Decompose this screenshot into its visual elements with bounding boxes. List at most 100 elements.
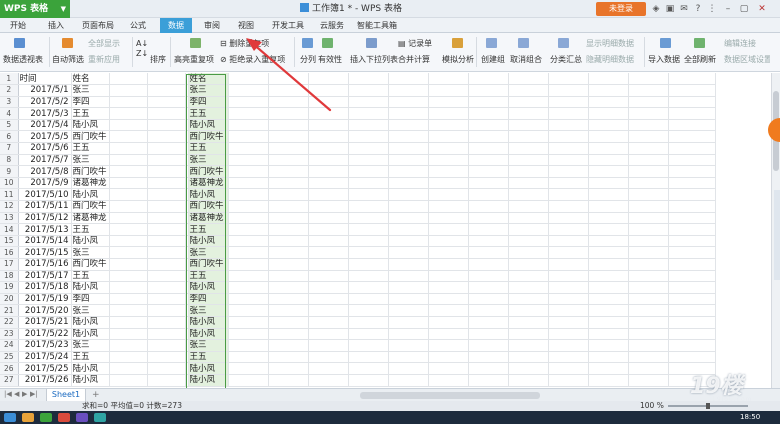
row-header[interactable]: 26 [0,362,19,375]
cell[interactable] [109,281,148,294]
cell[interactable] [548,316,589,329]
cell-name[interactable]: 李四 [71,293,110,306]
cell[interactable] [228,107,269,120]
cell[interactable] [508,212,549,225]
row-header[interactable]: 20 [0,293,19,306]
cell-name-copy[interactable]: 陆小凤 [188,362,229,375]
cell-name[interactable]: 王五 [71,351,110,364]
cell[interactable] [308,328,349,341]
cell[interactable] [548,235,589,248]
cell-name[interactable]: 李四 [71,96,110,109]
cell[interactable] [268,107,309,120]
cell[interactable] [268,177,309,190]
cell[interactable] [628,258,669,271]
cell[interactable] [268,246,309,259]
cell[interactable] [588,84,629,97]
cell-date[interactable]: 2017/5/15 [18,246,72,259]
cell[interactable] [548,130,589,144]
cell-name-copy[interactable]: 张三 [188,304,229,317]
cell[interactable] [268,188,309,202]
cell[interactable] [548,246,589,259]
cell[interactable] [668,119,716,132]
cell[interactable] [109,293,148,306]
cell-name-copy[interactable]: 张三 [188,84,229,97]
cell[interactable] [628,130,669,144]
cell[interactable] [348,362,389,375]
ungroup-button[interactable]: 取消组合 [510,55,542,65]
cell[interactable] [548,73,589,86]
header-cell-name-copy[interactable]: 姓名 [188,73,229,86]
cell-name-copy[interactable]: 王五 [188,107,229,120]
cell[interactable] [147,270,186,283]
cell[interactable] [109,351,148,364]
cell[interactable] [348,235,389,248]
cell-name-copy[interactable]: 陆小凤 [188,328,229,341]
cell[interactable] [147,304,186,317]
cell[interactable] [388,107,429,120]
cell[interactable] [228,235,269,248]
cell[interactable] [508,316,549,329]
hide-detail-button[interactable]: 隐藏明细数据 [586,55,634,65]
cell-date[interactable]: 2017/5/25 [18,362,72,375]
cell-name[interactable]: 陆小凤 [71,316,110,329]
cell[interactable] [668,73,716,86]
folder-icon[interactable] [22,413,34,422]
cell[interactable] [588,246,629,259]
row-header[interactable]: 17 [0,258,19,271]
mail-icon[interactable]: ✉ [678,3,690,15]
cell[interactable] [428,200,469,213]
cell-name-copy[interactable]: 西门吹牛 [188,165,229,178]
cell[interactable] [428,119,469,132]
edit-links-button[interactable]: 编辑连接 [724,39,770,49]
cell[interactable] [508,374,549,387]
cell[interactable] [468,351,509,364]
row-header[interactable]: 25 [0,351,19,364]
cell[interactable] [628,107,669,120]
cell[interactable] [147,154,186,167]
cell[interactable] [468,96,509,109]
cell-date[interactable]: 2017/5/9 [18,177,72,190]
cell[interactable] [588,154,629,167]
sort-button[interactable]: 排序 [150,55,166,65]
cell[interactable] [588,73,629,86]
cell[interactable] [268,270,309,283]
cell[interactable] [628,223,669,236]
tab-insert[interactable]: 插入 [42,18,70,33]
cell[interactable] [548,339,589,352]
cell-date[interactable]: 2017/5/14 [18,235,72,248]
cell[interactable] [268,235,309,248]
cell[interactable] [388,84,429,97]
cell-name[interactable]: 陆小凤 [71,362,110,375]
cell[interactable] [468,107,509,120]
cell[interactable] [228,165,269,178]
cell[interactable] [388,258,429,271]
cell[interactable] [348,165,389,178]
cell[interactable] [508,270,549,283]
cell-name[interactable]: 张三 [71,84,110,97]
cell-date[interactable]: 2017/5/19 [18,293,72,306]
cell[interactable] [348,119,389,132]
cell[interactable] [228,96,269,109]
cell[interactable] [588,374,629,387]
skin-icon[interactable]: ▣ [664,3,676,15]
cell[interactable] [388,154,429,167]
row-header[interactable]: 23 [0,328,19,341]
cell[interactable] [428,235,469,248]
cell[interactable] [109,223,148,236]
cell-date[interactable]: 2017/5/18 [18,281,72,294]
cell[interactable] [588,96,629,109]
cell[interactable] [428,362,469,375]
cell-name-copy[interactable]: 王五 [188,270,229,283]
cell[interactable] [109,73,148,86]
cell[interactable] [468,188,509,202]
cell[interactable] [147,246,186,259]
cell[interactable] [348,351,389,364]
row-header[interactable]: 9 [0,165,19,178]
cell[interactable] [468,154,509,167]
cell-date[interactable]: 2017/5/26 [18,374,72,387]
cell[interactable] [308,270,349,283]
cell[interactable] [147,73,186,86]
tab-home[interactable]: 开始 [4,18,32,33]
validity-button[interactable]: 有效性 [318,55,342,65]
cell[interactable] [428,270,469,283]
